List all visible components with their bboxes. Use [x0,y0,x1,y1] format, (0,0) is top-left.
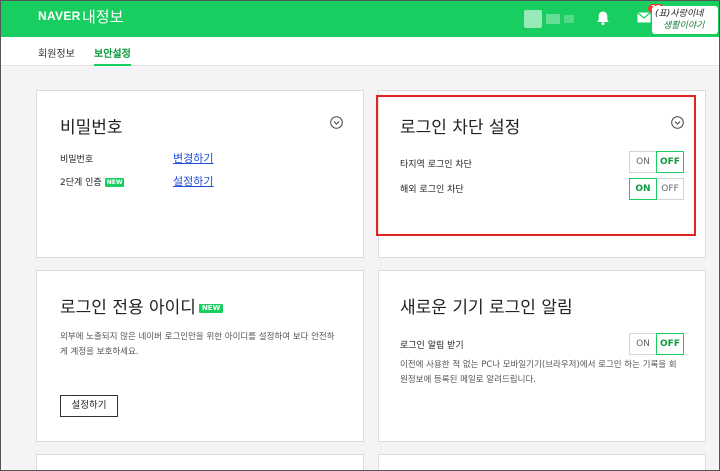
login-block-card: 로그인 차단 설정 타지역 로그인 차단 ON OFF 해외 로그인 차단 ON… [378,90,706,258]
new-device-card: 새로운 기기 로그인 알림 로그인 알림 받기 ON OFF 이전에 사용한 적… [378,270,706,442]
login-block-card-title: 로그인 차단 설정 [400,118,521,138]
login-id-desc-line-1: 외부에 노출되지 않은 네이버 로그인만을 위한 아이디를 설정하여 보다 안전… [60,332,335,342]
tab-security-settings[interactable]: 보안설정 [94,45,131,60]
two-step-label-text: 2단계 인증 [60,178,102,188]
password-card-title: 비밀번호 [60,118,123,138]
tab-bar: 회원정보 보안설정 [0,37,720,66]
region-block-label: 타지역 로그인 차단 [400,160,472,170]
profile-avatar[interactable] [524,8,580,30]
overseas-block-toggle[interactable]: ON OFF [629,178,686,200]
page-title[interactable]: 내정보 [82,6,123,27]
tab-member-info[interactable]: 회원정보 [38,45,75,60]
password-card: 비밀번호 비밀번호 변경하기 2단계 인증 NEW 설정하기 [36,90,364,258]
toggle-off-option[interactable]: OFF [656,333,684,355]
toggle-off-option[interactable]: OFF [656,151,684,173]
new-device-desc-line-2: 원정보에 등록된 메일로 알려드립니다. [400,375,536,385]
top-header: NAVER 내정보 18 (표)사랑이네 생활이야기 [0,0,720,37]
new-device-card-title: 새로운 기기 로그인 알림 [400,298,573,318]
bottom-card-right [378,454,706,471]
login-alert-toggle[interactable]: ON OFF [629,333,686,355]
change-password-link[interactable]: 변경하기 [173,150,213,166]
login-id-card-title: 로그인 전용 아이디 NEW [60,293,224,318]
overseas-block-label: 해외 로그인 차단 [400,185,464,195]
new-badge: NEW [104,178,125,187]
login-id-title-text: 로그인 전용 아이디 [60,298,196,318]
region-block-toggle[interactable]: ON OFF [629,151,686,173]
mail-icon[interactable] [637,12,651,23]
naver-logo[interactable]: NAVER [38,9,81,23]
login-id-desc-line-2: 게 계정을 보호하세요. [60,347,139,357]
password-label: 비밀번호 [60,155,94,165]
new-device-description: 이전에 사용한 적 없는 PC나 모바일기기(브라우저)에서 로그인 하는 기록… [400,358,705,388]
active-tab-indicator [94,64,131,66]
toggle-off-option[interactable]: OFF [656,178,684,200]
toggle-on-option[interactable]: ON [629,151,657,173]
login-alert-label: 로그인 알림 받기 [400,341,464,351]
chevron-down-icon[interactable] [671,116,684,129]
toggle-on-option[interactable]: ON [629,333,657,355]
chevron-down-icon[interactable] [330,116,343,129]
login-id-setup-button[interactable]: 설정하기 [60,395,118,417]
two-step-label: 2단계 인증 NEW [60,175,125,188]
login-id-card: 로그인 전용 아이디 NEW 외부에 노출되지 않은 네이버 로그인만을 위한 아… [36,270,364,442]
login-id-description: 외부에 노출되지 않은 네이버 로그인만을 위한 아이디를 설정하여 보다 안전… [60,330,360,360]
toggle-on-option[interactable]: ON [629,178,657,200]
sticker-line-2: 생활이야기 [663,21,705,31]
user-sticker[interactable]: (표)사랑이네 생활이야기 [652,6,718,34]
two-step-setup-link[interactable]: 설정하기 [173,173,213,189]
bottom-card-left [36,454,364,471]
new-device-desc-line-1: 이전에 사용한 적 없는 PC나 모바일기기(브라우저)에서 로그인 하는 기록… [400,360,677,370]
bell-icon[interactable] [595,10,611,26]
sticker-line-1: (표)사랑이네 [655,9,704,19]
new-badge: NEW [198,304,224,313]
